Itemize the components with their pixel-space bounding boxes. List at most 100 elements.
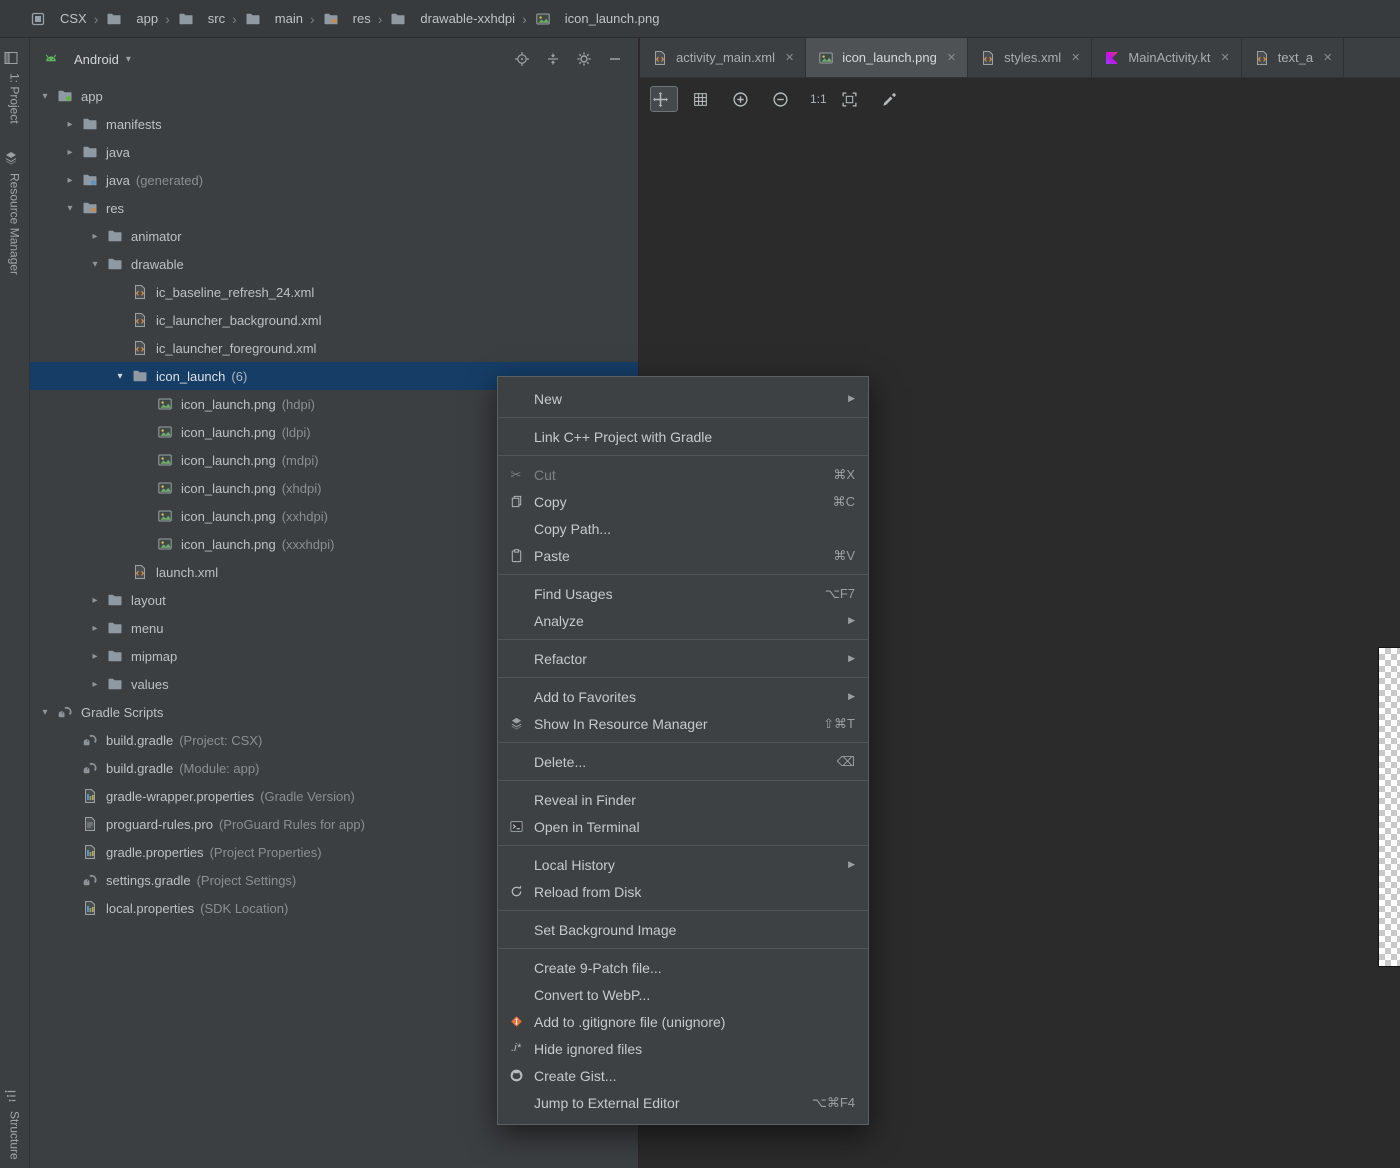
close-icon[interactable]: ✕ — [947, 51, 956, 64]
tree-item-hint: (Module: app) — [179, 761, 259, 776]
grid-icon — [692, 91, 710, 107]
tree-item[interactable]: ▸java — [30, 138, 638, 166]
tree-item[interactable]: ic_launcher_background.xml — [30, 306, 638, 334]
fit-to-window-button[interactable] — [839, 86, 867, 112]
chevron-down-icon[interactable]: ▾ — [84, 259, 106, 270]
menu-item[interactable]: Link C++ Project with Gradle — [498, 423, 868, 450]
tool-window-button-resource-manager[interactable]: Resource Manager — [2, 150, 27, 275]
menu-item-label: New — [534, 391, 839, 407]
menu-item[interactable]: Show In Resource Manager⇧⌘T — [498, 710, 868, 737]
tool-window-button-structure[interactable]: Structure — [2, 1088, 27, 1160]
color-picker-button[interactable] — [879, 86, 907, 112]
menu-item[interactable]: Create Gist... — [498, 1062, 868, 1089]
tool-window-button-project[interactable]: 1: Project — [2, 50, 27, 124]
close-icon[interactable]: ✕ — [1323, 51, 1332, 64]
zoom-out-button[interactable] — [770, 86, 798, 112]
tree-item[interactable]: ▾ drawable — [30, 250, 638, 278]
menu-item-icon-slot — [507, 922, 525, 938]
zoom-out-icon — [772, 91, 790, 107]
tree-item[interactable]: ▾res — [30, 194, 638, 222]
gear-icon — [575, 51, 593, 67]
chevron-down-icon[interactable]: ▾ — [59, 203, 81, 214]
breadcrumb-item[interactable]: src — [174, 11, 228, 27]
breadcrumb-item[interactable]: res — [319, 11, 374, 27]
collapse-all-button[interactable] — [544, 47, 568, 71]
editor-tab[interactable]: activity_main.xml✕ — [640, 38, 806, 77]
chevron-right-icon[interactable]: ▸ — [84, 595, 106, 606]
tree-item[interactable]: ic_launcher_foreground.xml — [30, 334, 638, 362]
menu-item[interactable]: Jump to External Editor⌥⌘F4 — [498, 1089, 868, 1116]
menu-item[interactable]: New▶ — [498, 385, 868, 412]
menu-item: ✂Cut⌘X — [498, 461, 868, 488]
chevron-down-icon[interactable]: ▾ — [34, 91, 56, 102]
editor-tab[interactable]: text_a✕ — [1242, 38, 1345, 77]
app-folder-icon — [56, 88, 74, 104]
menu-item[interactable]: Reload from Disk — [498, 878, 868, 905]
menu-group: Create 9-Patch file...Convert to WebP...… — [498, 948, 868, 1121]
menu-item[interactable]: Add to Favorites▶ — [498, 683, 868, 710]
chevron-right-icon[interactable]: ▸ — [59, 119, 81, 130]
menu-item[interactable]: Set Background Image — [498, 916, 868, 943]
zoom-in-button[interactable] — [730, 86, 758, 112]
menu-item[interactable]: Copy⌘C — [498, 488, 868, 515]
breadcrumb-item[interactable]: app — [102, 11, 161, 27]
gradle-icon — [81, 732, 99, 748]
tree-item[interactable]: ▸manifests — [30, 110, 638, 138]
menu-item-icon-slot — [507, 391, 525, 407]
menu-item-label: Create Gist... — [534, 1068, 855, 1084]
grid-toggle-button[interactable] — [690, 86, 718, 112]
chevron-right-icon[interactable]: ▸ — [84, 651, 106, 662]
menu-item[interactable]: Add to .gitignore file (unignore) — [498, 1008, 868, 1035]
chevron-down-icon[interactable]: ▾ — [34, 707, 56, 718]
breadcrumb-separator-icon: › — [518, 11, 531, 27]
tree-item-label: ic_launcher_background.xml — [156, 313, 321, 328]
menu-item[interactable]: Local History▶ — [498, 851, 868, 878]
tree-item-label: drawable — [131, 257, 184, 272]
menu-item[interactable]: Refactor▶ — [498, 645, 868, 672]
menu-group: Find Usages⌥F7Analyze▶ — [498, 574, 868, 639]
menu-item[interactable]: Open in Terminal — [498, 813, 868, 840]
editor-tab[interactable]: icon_launch.png✕ — [806, 38, 968, 77]
close-icon[interactable]: ✕ — [1221, 51, 1230, 64]
menu-item[interactable]: Convert to WebP... — [498, 981, 868, 1008]
chevron-down-icon[interactable]: ▾ — [109, 371, 131, 382]
editor-tab[interactable]: MainActivity.kt✕ — [1092, 38, 1241, 77]
menu-item-label: Add to .gitignore file (unignore) — [534, 1014, 855, 1030]
tree-item[interactable]: ▸animator — [30, 222, 638, 250]
zoom-actual-size-button[interactable]: 1:1 — [810, 92, 827, 106]
menu-item[interactable]: Find Usages⌥F7 — [498, 580, 868, 607]
menu-item[interactable]: Copy Path... — [498, 515, 868, 542]
close-icon[interactable]: ✕ — [1071, 51, 1080, 64]
editor-tab-label: styles.xml — [1004, 50, 1061, 65]
tree-item[interactable]: ic_baseline_refresh_24.xml — [30, 278, 638, 306]
chevron-right-icon[interactable]: ▸ — [84, 623, 106, 634]
menu-item-icon-slot — [507, 1095, 525, 1111]
menu-item[interactable]: Reveal in Finder — [498, 786, 868, 813]
menu-item[interactable]: .i*Hide ignored files — [498, 1035, 868, 1062]
xml-file-icon — [131, 312, 149, 328]
menu-group: New▶ — [498, 380, 868, 417]
menu-item[interactable]: Delete...⌫ — [498, 748, 868, 775]
tree-item[interactable]: ▸java(generated) — [30, 166, 638, 194]
tree-item-label: launch.xml — [156, 565, 218, 580]
breadcrumb-item[interactable]: main — [241, 11, 306, 27]
project-view-selector[interactable]: Android — [74, 52, 119, 67]
settings-button[interactable] — [575, 47, 599, 71]
breadcrumb-item[interactable]: drawable-xxhdpi — [386, 11, 518, 27]
locate-file-button[interactable] — [513, 47, 537, 71]
breadcrumb-item[interactable]: CSX — [26, 11, 90, 27]
menu-group: Set Background Image — [498, 910, 868, 948]
chevron-right-icon[interactable]: ▸ — [84, 679, 106, 690]
editor-tab[interactable]: styles.xml ✕ — [968, 38, 1092, 77]
chevron-right-icon[interactable]: ▸ — [84, 231, 106, 242]
hide-panel-button[interactable] — [606, 47, 630, 71]
pan-tool-button[interactable] — [650, 86, 678, 112]
close-icon[interactable]: ✕ — [785, 51, 794, 64]
chevron-right-icon[interactable]: ▸ — [59, 147, 81, 158]
breadcrumb-item[interactable]: icon_launch.png — [531, 11, 663, 27]
menu-item[interactable]: Create 9-Patch file... — [498, 954, 868, 981]
tree-item[interactable]: ▾app — [30, 82, 638, 110]
menu-item[interactable]: Analyze▶ — [498, 607, 868, 634]
menu-item[interactable]: Paste⌘V — [498, 542, 868, 569]
chevron-right-icon[interactable]: ▸ — [59, 175, 81, 186]
